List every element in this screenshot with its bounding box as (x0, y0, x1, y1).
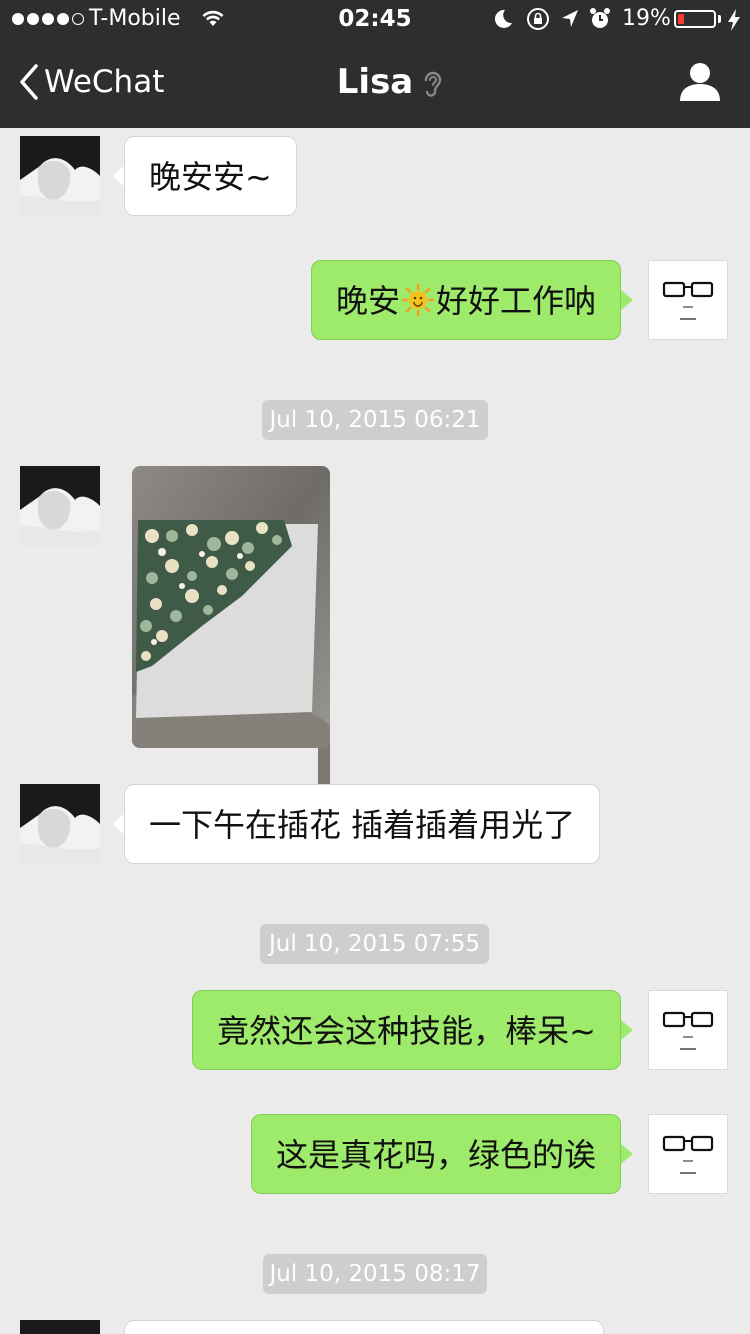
message-text: 好好工作呐 (435, 282, 596, 320)
charging-icon (728, 9, 740, 31)
message-bubble[interactable]: 一下午在插花 插着插着用光了 (124, 784, 601, 864)
message-bubble[interactable]: 晚安 好好工作呐 (310, 260, 621, 340)
profile-icon[interactable] (678, 62, 722, 102)
battery-percent: 19% (622, 6, 671, 31)
ear-icon (425, 71, 442, 97)
bubble-tail (621, 290, 633, 310)
rotation-lock-icon (527, 8, 549, 30)
contact-avatar[interactable] (20, 466, 100, 546)
battery-level (678, 14, 684, 24)
bubble-tail (621, 1144, 633, 1164)
contact-avatar[interactable] (20, 1320, 100, 1334)
flower-arrangement-photo[interactable] (132, 466, 330, 748)
contact-avatar[interactable] (20, 784, 100, 864)
chat-title: Lisa (0, 62, 750, 102)
bubble-tail (621, 1020, 633, 1040)
my-avatar[interactable] (648, 1114, 728, 1194)
battery-icon (674, 10, 716, 28)
contact-avatar[interactable] (20, 136, 100, 216)
timestamp: Jul 10, 2015 06:21 (262, 400, 488, 440)
contact-name: Lisa (336, 62, 414, 102)
do-not-disturb-icon (494, 9, 512, 28)
message-text: 晚安 (335, 282, 400, 320)
message-bubble[interactable]: 这是真花吗，绿色的诶 (250, 1114, 621, 1194)
alarm-icon (590, 8, 610, 28)
message-bubble[interactable]: 晚安安~ (124, 136, 297, 216)
battery-cap (718, 15, 721, 23)
navigation-bar: WeChat Lisa (0, 40, 750, 128)
location-icon (562, 10, 578, 27)
timestamp: Jul 10, 2015 07:55 (260, 924, 489, 964)
message-bubble[interactable] (124, 1320, 604, 1334)
sun-emoji-icon (401, 284, 434, 316)
status-bar: T-Mobile 02:45 19% (0, 0, 750, 40)
my-avatar[interactable] (648, 260, 728, 340)
top-bar: T-Mobile 02:45 19% WeChat Lisa (0, 0, 750, 128)
chat-history[interactable]: 晚安安~ 晚安 好好工作呐 Jul 10, 2015 06:21 一下午在插花 … (0, 128, 750, 1334)
timestamp: Jul 10, 2015 08:17 (263, 1254, 487, 1294)
message-bubble[interactable]: 竟然还会这种技能，棒呆~ (192, 990, 621, 1070)
bubble-tail (112, 166, 124, 186)
bubble-tail (112, 814, 124, 834)
my-avatar[interactable] (648, 990, 728, 1070)
